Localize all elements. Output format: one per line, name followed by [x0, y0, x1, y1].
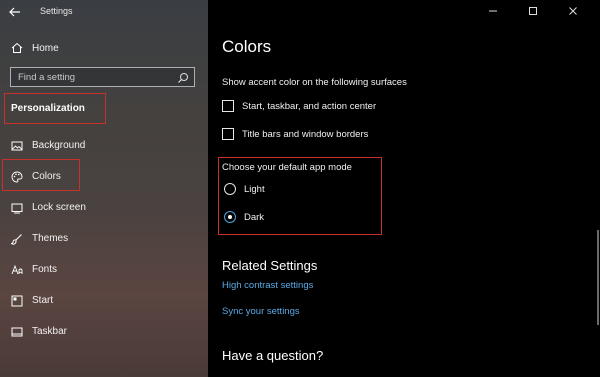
sidebar-item-label: Themes — [32, 233, 69, 244]
maximize-icon[interactable] — [526, 5, 540, 19]
main-content: Colors Show accent color on the followin… — [208, 0, 600, 377]
sidebar-item-fonts[interactable]: Fonts — [0, 258, 208, 282]
checkbox-label: Title bars and window borders — [242, 128, 369, 140]
sidebar-item-colors[interactable]: Colors — [0, 165, 208, 189]
image-icon — [10, 139, 24, 153]
radio-button[interactable] — [224, 211, 236, 223]
sync-settings-link[interactable]: Sync your settings — [222, 306, 300, 317]
font-icon — [10, 263, 24, 277]
sidebar-item-home[interactable]: Home — [0, 36, 208, 60]
sidebar-item-label: Colors — [32, 171, 61, 182]
checkbox-box[interactable] — [222, 128, 234, 140]
radio-dark[interactable]: Dark — [224, 209, 264, 225]
arrow-left-icon[interactable] — [8, 5, 22, 19]
home-icon — [10, 41, 24, 55]
scrollbar[interactable] — [597, 230, 599, 325]
sidebar-item-label: Start — [32, 295, 54, 306]
lock-screen-icon — [10, 201, 24, 215]
radio-button[interactable] — [224, 183, 236, 195]
sidebar-item-lock-screen[interactable]: Lock screen — [0, 196, 208, 220]
sidebar-item-label: Fonts — [32, 264, 58, 275]
checkbox-box[interactable] — [222, 100, 234, 112]
radio-label: Dark — [244, 211, 265, 223]
sidebar-item-background[interactable]: Background — [0, 134, 208, 158]
close-icon[interactable] — [566, 5, 580, 19]
sidebar-item-start[interactable]: Start — [0, 289, 208, 313]
search-icon[interactable] — [177, 71, 189, 83]
app-title: Settings — [40, 6, 73, 16]
search-placeholder: Find a setting — [18, 72, 76, 83]
sidebar-item-taskbar[interactable]: Taskbar — [0, 320, 208, 344]
sidebar-item-label: Lock screen — [32, 202, 86, 213]
sidebar: Settings Home Find a setting Personaliza… — [0, 0, 208, 377]
related-settings-heading: Related Settings — [222, 258, 318, 273]
radio-label: Light — [244, 183, 265, 195]
checkbox-label: Start, taskbar, and action center — [242, 100, 377, 112]
checkbox-title-bars[interactable]: Title bars and window borders — [222, 126, 368, 142]
minimize-icon[interactable] — [486, 5, 500, 19]
window-controls — [470, 0, 600, 24]
radio-light[interactable]: Light — [224, 181, 265, 197]
checkbox-start-taskbar[interactable]: Start, taskbar, and action center — [222, 98, 376, 114]
app-mode-heading: Choose your default app mode — [222, 162, 352, 173]
question-heading: Have a question? — [222, 348, 324, 363]
sidebar-item-themes[interactable]: Themes — [0, 227, 208, 251]
sidebar-item-label: Taskbar — [32, 326, 68, 337]
section-title-text: Personalization — [11, 103, 85, 114]
search-input[interactable]: Find a setting — [10, 67, 195, 87]
high-contrast-link[interactable]: High contrast settings — [222, 280, 313, 291]
page-title: Colors — [222, 37, 272, 56]
brush-icon — [10, 232, 24, 246]
sidebar-item-label: Background — [32, 140, 86, 151]
start-icon — [10, 294, 24, 308]
sidebar-item-label: Home — [32, 42, 59, 54]
palette-icon — [10, 170, 24, 184]
title-bar: Settings — [0, 0, 208, 24]
taskbar-icon — [10, 325, 24, 339]
accent-surfaces-heading: Show accent color on the following surfa… — [222, 77, 407, 88]
section-title-personalization: Personalization — [4, 93, 106, 124]
